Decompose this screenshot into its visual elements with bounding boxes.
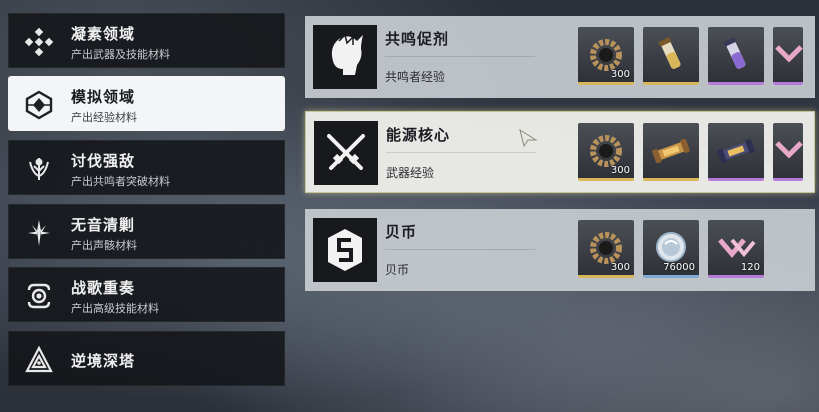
reward-qty: 300: [610, 69, 630, 80]
sidebar-item-reprise[interactable]: 战歌重奏 产出高级技能材料: [8, 267, 285, 322]
sidebar-item-simulation[interactable]: 模拟领域 产出经验材料: [8, 76, 285, 131]
reward-qty: 120: [740, 262, 760, 273]
cursor-icon: [518, 128, 538, 152]
reward-item[interactable]: [708, 27, 764, 85]
domain-desc: 武器经验: [386, 166, 435, 180]
domain-card-shell-credit[interactable]: 贝币 贝币 300 76000 120: [305, 209, 815, 291]
domain-desc: 贝币: [385, 263, 410, 277]
sidebar-item-tower[interactable]: 逆境深塔: [8, 331, 285, 386]
eye-ring-icon: [23, 280, 55, 312]
sidebar-item-subtitle: 产出高级技能材料: [71, 302, 159, 315]
reward-qty: 300: [610, 165, 630, 176]
sidebar-item-subtitle: 产出共鸣者突破材料: [71, 175, 170, 188]
crossed-swords-icon: [314, 121, 378, 185]
sidebar-item-subtitle: 产出声骸材料: [71, 239, 137, 252]
reward-item[interactable]: [773, 123, 803, 181]
domain-card-energy-core[interactable]: 能源核心 武器经验 300: [305, 111, 815, 193]
domain-name: 共鸣促剂: [385, 30, 450, 48]
domain-card-resonance-potion[interactable]: 共鸣促剂 共鸣者经验 300: [305, 16, 815, 98]
sidebar-item-title: 凝素领域: [71, 25, 136, 43]
sidebar-item-subtitle: 产出经验材料: [71, 111, 137, 124]
reward-item[interactable]: 76000: [643, 220, 699, 278]
shell-credit-icon: [773, 123, 803, 178]
sidebar-item-title: 讨伐强敌: [71, 152, 136, 170]
reward-item[interactable]: 120: [708, 220, 764, 278]
sidebar-item-forgery[interactable]: 凝素领域 产出武器及技能材料: [8, 13, 285, 68]
reward-item[interactable]: 300: [578, 123, 634, 181]
sidebar-item-title: 战歌重奏: [71, 279, 136, 297]
reward-item[interactable]: 300: [578, 220, 634, 278]
sidebar-item-title: 模拟领域: [71, 88, 136, 106]
sidebar-item-title: 逆境深塔: [71, 352, 136, 370]
energy-core-gold-icon: [643, 123, 699, 178]
domain-name: 能源核心: [386, 126, 451, 144]
domain-desc: 共鸣者经验: [385, 70, 446, 84]
tonic-vial-purple-icon: [708, 27, 764, 82]
reward-item[interactable]: [773, 27, 803, 85]
sidebar-item-subtitle: 产出武器及技能材料: [71, 48, 170, 61]
reward-item[interactable]: [708, 123, 764, 181]
crest-icon: [23, 153, 55, 185]
reward-item[interactable]: 300: [578, 27, 634, 85]
triangle-tower-icon: [23, 344, 55, 376]
star-burst-icon: [23, 217, 55, 249]
divider: [385, 56, 535, 57]
sidebar-item-echo[interactable]: 无音清剿 产出声骸材料: [8, 204, 285, 259]
shell-coin-icon: [313, 218, 377, 282]
character-head-icon: [313, 25, 377, 89]
tonic-vial-gold-icon: [643, 27, 699, 82]
sidebar-item-title: 无音清剿: [71, 216, 136, 234]
reward-item[interactable]: [643, 27, 699, 85]
reward-item[interactable]: [643, 123, 699, 181]
divider: [385, 249, 535, 250]
domain-name: 贝币: [385, 223, 418, 241]
reward-qty: 300: [610, 262, 630, 273]
energy-core-purple-icon: [708, 123, 764, 178]
diamond-cross-icon: [23, 26, 55, 58]
sidebar-item-boss[interactable]: 讨伐强敌 产出共鸣者突破材料: [8, 140, 285, 195]
reward-qty: 76000: [663, 262, 695, 273]
shell-credit-icon: [773, 27, 803, 82]
hexagon-gem-icon: [23, 89, 55, 121]
divider: [386, 152, 536, 153]
